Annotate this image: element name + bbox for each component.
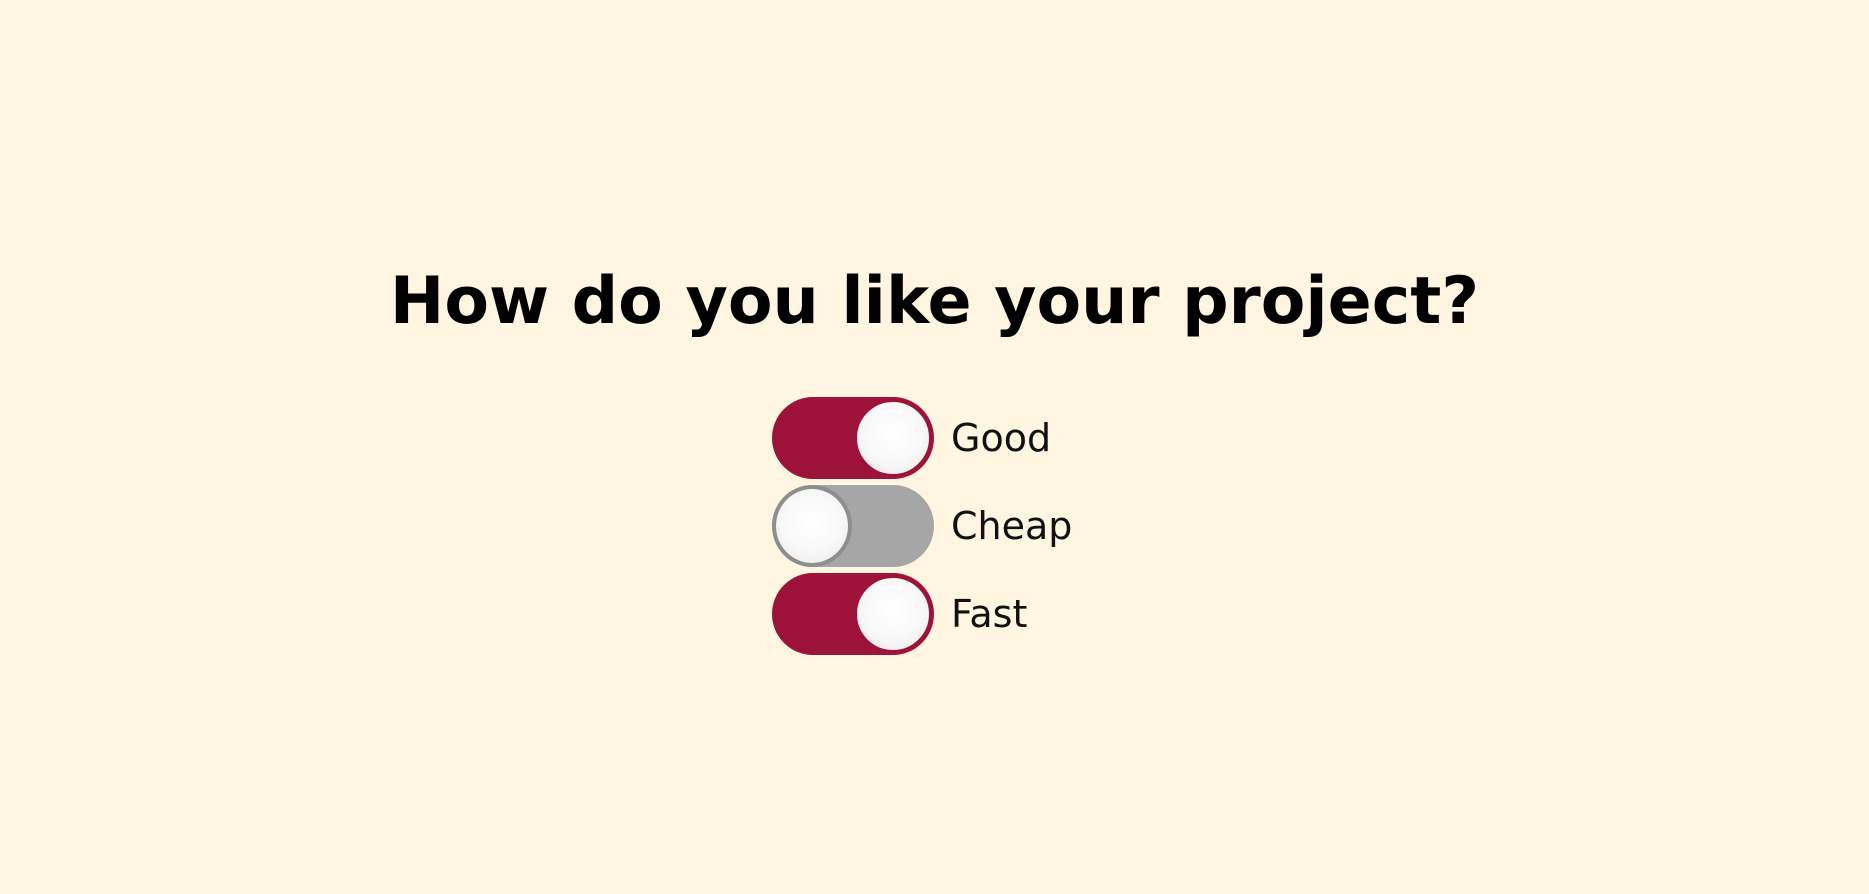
toggle-list: Good Cheap Fast	[772, 397, 1072, 661]
option-cheap: Cheap	[772, 485, 1072, 567]
cheap-toggle[interactable]	[772, 485, 934, 567]
cheap-label[interactable]: Cheap	[951, 504, 1072, 548]
good-label[interactable]: Good	[951, 416, 1051, 460]
fast-label[interactable]: Fast	[951, 592, 1027, 636]
page-title: How do you like your project?	[389, 264, 1480, 339]
page: How do you like your project? Good Cheap…	[0, 0, 1869, 894]
option-good: Good	[772, 397, 1072, 479]
toggle-knob[interactable]	[856, 577, 930, 651]
fast-toggle[interactable]	[772, 573, 934, 655]
option-fast: Fast	[772, 573, 1072, 655]
good-toggle[interactable]	[772, 397, 934, 479]
toggle-knob[interactable]	[772, 485, 852, 567]
toggle-knob[interactable]	[856, 401, 930, 475]
